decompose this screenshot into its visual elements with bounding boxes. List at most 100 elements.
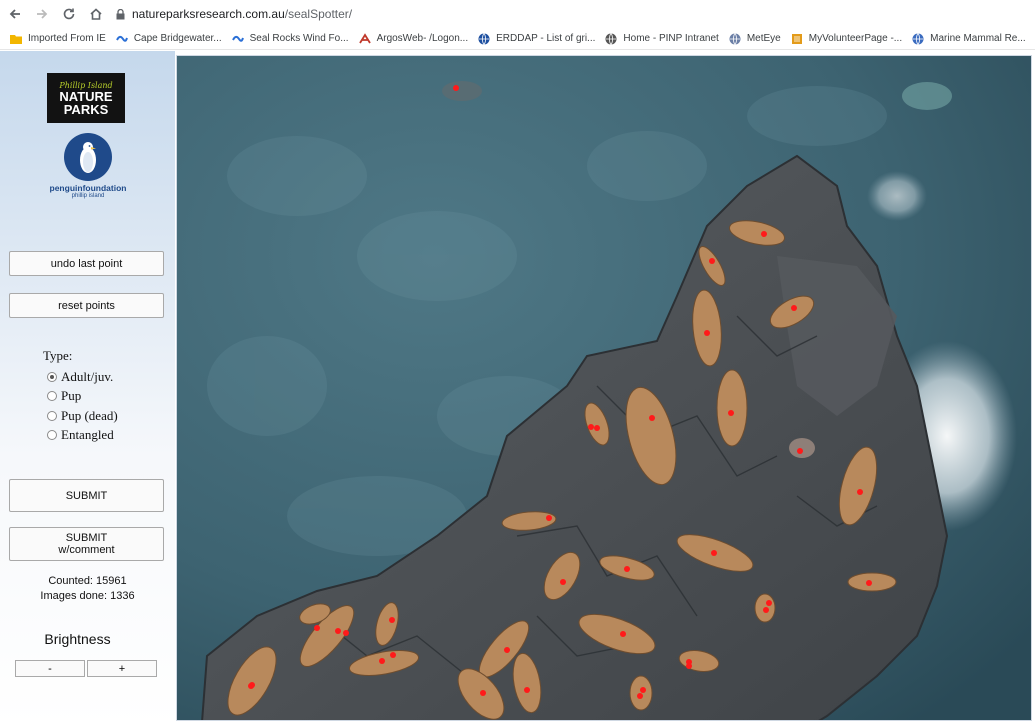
count-marker[interactable] bbox=[704, 330, 710, 336]
bookmark-item[interactable]: ERDDAP - List of gri... bbox=[478, 32, 596, 45]
brightness-label: Brightness bbox=[44, 631, 111, 647]
count-marker[interactable] bbox=[389, 617, 395, 623]
radio-pup[interactable] bbox=[47, 391, 57, 402]
bookmark-item[interactable]: Home - PINP Intranet bbox=[605, 32, 719, 45]
penguin-icon bbox=[64, 133, 112, 181]
count-marker[interactable] bbox=[620, 631, 626, 637]
back-arrow-icon bbox=[9, 9, 20, 19]
radio-pup-dead[interactable] bbox=[47, 410, 57, 421]
bookmark-item[interactable]: Cape Bridgewater... bbox=[115, 33, 222, 45]
count-marker[interactable] bbox=[314, 625, 320, 631]
count-marker[interactable] bbox=[453, 85, 459, 91]
count-marker[interactable] bbox=[480, 690, 486, 696]
submit-comment-line-2: w/comment bbox=[58, 544, 115, 556]
bookmark-label: Imported From IE bbox=[28, 33, 106, 44]
type-option-pup[interactable]: Pup bbox=[47, 387, 118, 407]
bookmark-label: Seal Rocks Wind Fo... bbox=[249, 33, 349, 44]
bookmark-item[interactable]: Marine Mammal Re... bbox=[912, 32, 1026, 45]
count-marker[interactable] bbox=[524, 687, 530, 693]
count-marker[interactable] bbox=[624, 566, 630, 572]
count-marker[interactable] bbox=[637, 693, 643, 699]
aerial-image-viewer[interactable] bbox=[176, 55, 1032, 721]
bookmark-item[interactable]: Seal Rocks Wind Fo... bbox=[231, 33, 349, 45]
count-marker[interactable] bbox=[379, 658, 385, 664]
count-marker[interactable] bbox=[866, 580, 872, 586]
globe-icon bbox=[605, 32, 617, 45]
url-host: natureparksresearch.com.au bbox=[132, 7, 285, 21]
folder-icon bbox=[10, 33, 22, 45]
logo-line-2: NATURE bbox=[59, 88, 113, 104]
meteye-icon bbox=[729, 32, 741, 45]
wave-icon bbox=[231, 33, 244, 45]
count-marker[interactable] bbox=[649, 415, 655, 421]
count-marker[interactable] bbox=[504, 647, 510, 653]
count-marker[interactable] bbox=[761, 231, 767, 237]
marine-icon bbox=[912, 32, 924, 45]
bookmark-item[interactable]: Imported From IE bbox=[10, 33, 106, 45]
foundation-subtitle: phillip island bbox=[71, 193, 105, 199]
bookmark-label: MyVolunteerPage -... bbox=[808, 33, 903, 44]
type-option-pup-dead[interactable]: Pup (dead) bbox=[47, 406, 118, 426]
count-marker[interactable] bbox=[797, 448, 803, 454]
count-marker[interactable] bbox=[560, 579, 566, 585]
type-radio-group: Type: Adult/juv. Pup Pup (dead) Entangle… bbox=[43, 348, 118, 445]
count-marker[interactable] bbox=[248, 683, 254, 689]
count-marker[interactable] bbox=[343, 630, 349, 636]
count-marker[interactable] bbox=[728, 410, 734, 416]
count-marker[interactable] bbox=[711, 550, 717, 556]
foundation-name: penguinfoundation bbox=[49, 183, 127, 193]
count-marker[interactable] bbox=[390, 652, 396, 658]
noaa-icon bbox=[478, 32, 490, 45]
seal-pup bbox=[789, 438, 815, 458]
count-marker[interactable] bbox=[594, 425, 600, 431]
brightness-decrease-button[interactable]: - bbox=[15, 660, 85, 677]
lock-icon bbox=[116, 8, 125, 20]
aerial-photo[interactable] bbox=[177, 56, 1032, 721]
brightness-increase-button[interactable]: + bbox=[87, 660, 157, 677]
bookmark-item[interactable]: MyVolunteerPage -... bbox=[791, 33, 902, 45]
type-option-label: Adult/juv. bbox=[61, 368, 114, 384]
count-marker[interactable] bbox=[709, 258, 715, 264]
count-marker[interactable] bbox=[335, 628, 341, 634]
count-marker[interactable] bbox=[766, 600, 772, 606]
undo-last-point-button[interactable]: undo last point bbox=[9, 251, 164, 276]
bookmark-item[interactable]: ArgosWeb- /Logon... bbox=[358, 32, 469, 45]
type-option-adult[interactable]: Adult/juv. bbox=[47, 367, 118, 387]
submit-button[interactable]: SUBMIT bbox=[9, 479, 164, 512]
bookmark-label: ArgosWeb- /Logon... bbox=[376, 33, 469, 44]
count-marker[interactable] bbox=[588, 424, 594, 430]
reset-points-button[interactable]: reset points bbox=[9, 293, 164, 318]
type-label: Type: bbox=[43, 348, 73, 363]
count-marker[interactable] bbox=[791, 305, 797, 311]
reload-button[interactable] bbox=[57, 2, 81, 26]
logo-line-3: PARKS bbox=[63, 101, 109, 117]
bookmark-label: Cape Bridgewater... bbox=[133, 33, 222, 44]
radio-adult[interactable] bbox=[47, 371, 57, 382]
count-marker[interactable] bbox=[857, 489, 863, 495]
count-marker[interactable] bbox=[763, 607, 769, 613]
reload-icon bbox=[63, 8, 75, 20]
home-button[interactable] bbox=[84, 2, 108, 26]
bookmark-label: ERDDAP - List of gri... bbox=[496, 33, 596, 44]
browser-toolbar: natureparksresearch.com.au/sealSpotter/ bbox=[0, 0, 1035, 28]
address-bar[interactable]: natureparksresearch.com.au/sealSpotter/ bbox=[116, 7, 352, 21]
bottom-strip bbox=[0, 721, 1035, 727]
submit-with-comment-button[interactable]: SUBMIT w/comment bbox=[9, 527, 164, 561]
surf-foam bbox=[902, 82, 952, 110]
type-option-entangled[interactable]: Entangled bbox=[47, 426, 118, 446]
control-panel: Phillip Island NATURE PARKS penguinfound… bbox=[0, 51, 175, 727]
back-button[interactable] bbox=[3, 2, 27, 26]
volunteer-icon bbox=[791, 33, 803, 45]
radio-entangled[interactable] bbox=[47, 430, 57, 441]
images-done-stat: Images done: 1336 bbox=[40, 590, 135, 602]
count-marker[interactable] bbox=[640, 687, 646, 693]
count-marker[interactable] bbox=[686, 663, 692, 669]
bookmark-label: Home - PINP Intranet bbox=[623, 33, 719, 44]
count-marker[interactable] bbox=[546, 515, 552, 521]
forward-arrow-icon bbox=[37, 9, 48, 19]
bookmark-item[interactable]: MetEye bbox=[729, 32, 781, 45]
nature-parks-logo: Phillip Island NATURE PARKS bbox=[47, 73, 125, 123]
wave-icon bbox=[115, 33, 128, 45]
swimming-seal bbox=[442, 81, 482, 101]
forward-button[interactable] bbox=[30, 2, 54, 26]
